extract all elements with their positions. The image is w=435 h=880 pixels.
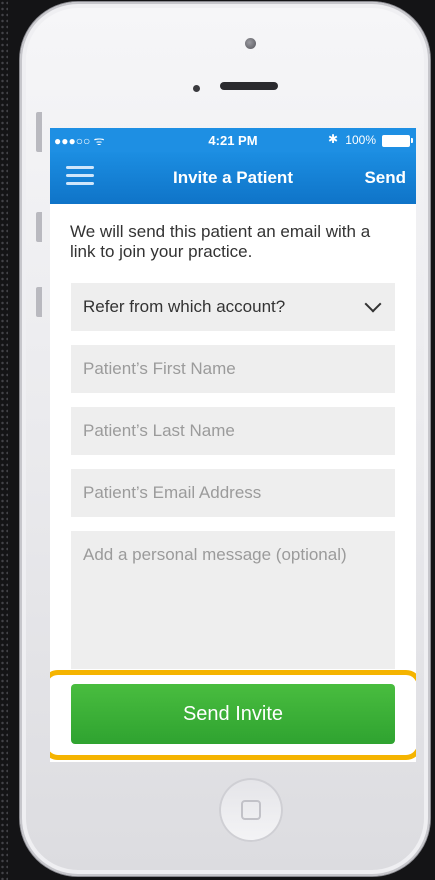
- app-screen: ●●●○○ ᯤ 4:21 PM ✱ 100% Invite a Patient …: [50, 128, 416, 762]
- status-bar: ●●●○○ ᯤ 4:21 PM ✱ 100%: [50, 128, 416, 152]
- send-invite-button[interactable]: Send Invite: [71, 684, 395, 744]
- volume-up-button: [36, 212, 42, 242]
- front-camera: [245, 38, 256, 49]
- first-name-field[interactable]: Patient’s First Name: [71, 345, 395, 393]
- earpiece-speaker: [220, 82, 278, 90]
- account-select-value: Refer from which account?: [83, 297, 286, 316]
- battery-percent: 100%: [345, 133, 376, 147]
- personal-message-placeholder: Add a personal message (optional): [83, 545, 347, 564]
- first-name-placeholder: Patient’s First Name: [83, 359, 236, 378]
- home-square-icon: [241, 800, 261, 820]
- email-field[interactable]: Patient’s Email Address: [71, 469, 395, 517]
- last-name-placeholder: Patient’s Last Name: [83, 421, 235, 440]
- volume-down-button: [36, 287, 42, 317]
- battery-icon: [382, 135, 413, 147]
- background-pattern: [0, 0, 8, 880]
- personal-message-field[interactable]: Add a personal message (optional): [71, 531, 395, 669]
- email-placeholder: Patient’s Email Address: [83, 483, 262, 502]
- chevron-down-icon: [364, 295, 382, 313]
- page-title: Invite a Patient: [173, 168, 293, 187]
- account-select[interactable]: Refer from which account?: [71, 283, 395, 331]
- navigation-bar: Invite a Patient Send: [50, 152, 416, 204]
- last-name-field[interactable]: Patient’s Last Name: [71, 407, 395, 455]
- proximity-sensor: [193, 85, 200, 92]
- mute-switch: [36, 112, 42, 152]
- nav-send-button[interactable]: Send: [364, 168, 406, 188]
- home-button[interactable]: [219, 778, 283, 842]
- intro-text: We will send this patient an email with …: [70, 222, 371, 261]
- bluetooth-icon: ✱: [327, 132, 338, 146]
